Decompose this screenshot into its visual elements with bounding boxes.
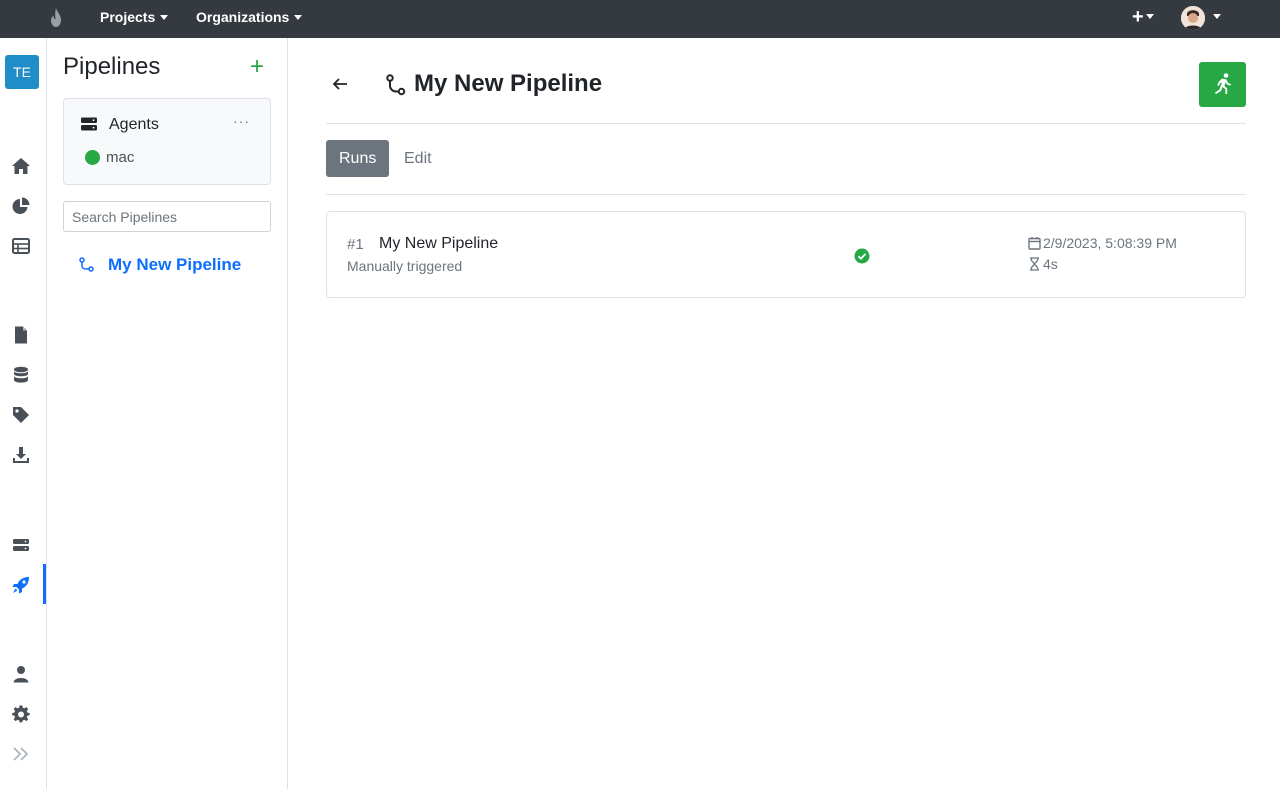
avatar[interactable]	[1181, 6, 1205, 30]
pipeline-branch-icon	[79, 257, 94, 272]
flame-logo-icon[interactable]	[47, 7, 65, 29]
main-content: My New Pipeline Runs Edit #1 My New Pipe…	[288, 38, 1280, 789]
hourglass-icon	[1030, 257, 1039, 271]
tab-runs[interactable]: Runs	[326, 140, 390, 177]
home-icon[interactable]	[11, 156, 31, 176]
header-divider	[326, 123, 1246, 124]
agents-card: Agents ··· mac	[63, 98, 271, 185]
sidebar-title: Pipelines	[63, 53, 161, 80]
top-navbar: Projects Organizations +	[0, 0, 1280, 38]
run-start-time: 2/9/2023, 5:08:39 PM	[1028, 235, 1177, 251]
chevron-down-icon	[294, 15, 303, 20]
run-duration: 4s	[1028, 256, 1058, 272]
server-icon[interactable]	[11, 535, 31, 555]
avatar-chevron-down-icon[interactable]	[1213, 14, 1221, 19]
success-check-icon	[854, 248, 870, 264]
rocket-icon[interactable]	[11, 575, 31, 595]
agents-title: Agents	[109, 116, 159, 133]
chevron-down-icon	[160, 15, 169, 20]
pipeline-branch-icon	[386, 74, 406, 96]
agent-status-dot	[85, 150, 100, 165]
download-icon[interactable]	[11, 445, 31, 465]
run-number: #1	[347, 236, 364, 253]
create-menu[interactable]: +	[1132, 6, 1154, 29]
run-start-time-text: 2/9/2023, 5:08:39 PM	[1043, 235, 1177, 251]
add-pipeline-button[interactable]: +	[246, 55, 268, 79]
tag-icon[interactable]	[11, 405, 31, 425]
run-name: My New Pipeline	[379, 235, 499, 252]
tab-edit[interactable]: Edit	[391, 140, 445, 177]
table-list-icon[interactable]	[11, 236, 31, 256]
active-nav-indicator	[43, 564, 46, 604]
page-title: My New Pipeline	[414, 70, 603, 97]
organizations-menu-label: Organizations	[196, 9, 290, 25]
run-pipeline-button[interactable]	[1199, 62, 1246, 107]
team-badge[interactable]: TE	[5, 55, 39, 89]
running-person-icon	[1215, 73, 1231, 94]
expand-chevrons-icon[interactable]	[11, 744, 31, 764]
projects-menu[interactable]: Projects	[100, 9, 169, 25]
back-arrow-icon[interactable]	[331, 75, 349, 93]
chevron-down-icon	[1145, 14, 1154, 19]
pipeline-list-item-label: My New Pipeline	[108, 255, 242, 274]
run-duration-text: 4s	[1043, 256, 1058, 272]
agents-more-button[interactable]: ···	[233, 113, 250, 129]
plus-icon: +	[1132, 6, 1144, 28]
server-icon	[81, 117, 97, 131]
run-list-item[interactable]: #1 My New Pipeline Manually triggered 2/…	[326, 211, 1246, 298]
file-icon[interactable]	[11, 325, 31, 345]
gear-icon[interactable]	[11, 704, 31, 724]
run-trigger: Manually triggered	[347, 258, 463, 274]
projects-menu-label: Projects	[100, 9, 156, 25]
database-icon[interactable]	[11, 365, 31, 385]
chart-pie-icon[interactable]	[11, 196, 31, 216]
search-pipelines-input[interactable]	[63, 201, 271, 232]
tabs-divider	[326, 194, 1246, 195]
agent-name[interactable]: mac	[106, 149, 134, 166]
organizations-menu[interactable]: Organizations	[196, 9, 303, 25]
icon-rail: TE	[0, 38, 47, 789]
user-icon[interactable]	[11, 664, 31, 684]
pipelines-sidebar: Pipelines + Agents ··· mac My New Pipeli…	[47, 38, 288, 789]
calendar-icon	[1028, 237, 1041, 250]
